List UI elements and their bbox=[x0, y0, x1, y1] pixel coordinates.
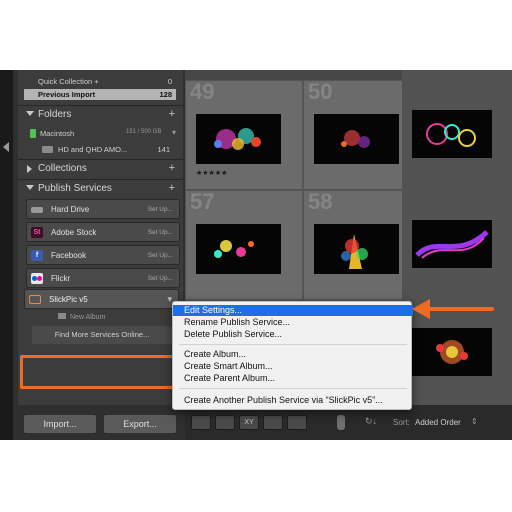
service-hard-drive[interactable]: Hard Drive Set Up... bbox=[26, 199, 180, 219]
photo-thumbnail[interactable] bbox=[196, 224, 281, 274]
adobe-stock-icon: St bbox=[31, 227, 43, 238]
service-slickpic[interactable]: SlickPic v5 ▾ bbox=[24, 289, 179, 309]
context-menu: Edit Settings... Rename Publish Service.… bbox=[172, 301, 413, 410]
menu-create-another-service[interactable]: Create Another Publish Service via “Slic… bbox=[173, 395, 413, 406]
publish-services-title: Publish Services bbox=[38, 183, 112, 194]
menu-edit-settings[interactable]: Edit Settings... bbox=[173, 305, 413, 316]
album-label: New Album bbox=[70, 314, 106, 321]
catalog-quick-collection[interactable]: Quick Collection + 0 bbox=[24, 76, 176, 87]
volume-macintosh[interactable]: Macintosh 151 / 500 GB ▾ bbox=[26, 128, 176, 141]
collapse-panel-icon[interactable] bbox=[3, 142, 9, 152]
menu-create-parent-album[interactable]: Create Parent Album... bbox=[173, 373, 413, 384]
photo-thumbnail[interactable] bbox=[314, 224, 399, 274]
screenshot-stage: Quick Collection + 0 Previous Import 128… bbox=[0, 0, 512, 512]
drive-status-icon bbox=[30, 129, 36, 138]
folders-title: Folders bbox=[38, 109, 72, 120]
setup-link[interactable]: Set Up... bbox=[148, 206, 173, 213]
annotation-arrow-icon bbox=[412, 299, 494, 319]
cell-number: 49 bbox=[190, 79, 215, 104]
cell-number: 58 bbox=[308, 189, 333, 214]
previous-import-label: Previous Import bbox=[38, 90, 96, 99]
expand-arrow-icon bbox=[26, 185, 34, 190]
compare-view-icon[interactable]: XY bbox=[239, 415, 259, 430]
photo-thumbnail[interactable] bbox=[412, 328, 492, 376]
slickpic-icon bbox=[29, 295, 41, 304]
folder-item[interactable]: HD and QHD AMO... 141 bbox=[26, 144, 176, 157]
collapse-arrow-icon bbox=[27, 165, 32, 173]
sort-direction-icon[interactable]: ↻↓ bbox=[365, 416, 377, 427]
album-icon bbox=[58, 313, 66, 319]
left-panel-edge[interactable] bbox=[0, 70, 13, 440]
loupe-view-icon[interactable] bbox=[215, 415, 235, 430]
grid-cell[interactable]: 57 bbox=[185, 189, 303, 300]
publish-services-header[interactable]: Publish Services + bbox=[18, 179, 183, 197]
menu-separator bbox=[179, 344, 407, 345]
quick-collection-label: Quick Collection + bbox=[38, 77, 99, 86]
service-adobe-stock[interactable]: St Adobe Stock Set Up... bbox=[26, 222, 180, 242]
add-collection-icon[interactable]: + bbox=[169, 162, 175, 174]
people-view-icon[interactable] bbox=[287, 415, 307, 430]
menu-rename-publish-service[interactable]: Rename Publish Service... bbox=[173, 317, 413, 328]
star-rating[interactable]: ★★★★★ bbox=[196, 169, 227, 177]
menu-separator bbox=[179, 388, 407, 389]
grid-view-icon[interactable] bbox=[191, 415, 211, 430]
facebook-icon: f bbox=[31, 250, 43, 261]
service-label: Hard Drive bbox=[51, 205, 90, 214]
volume-menu-icon[interactable]: ▾ bbox=[172, 128, 176, 137]
service-label: Flickr bbox=[51, 274, 71, 283]
collections-header[interactable]: Collections + bbox=[18, 159, 183, 177]
volume-size: 151 / 500 GB bbox=[126, 129, 162, 135]
highlight-frame bbox=[20, 355, 182, 389]
sort-dropdown-icon[interactable]: ⇕ bbox=[471, 417, 478, 426]
grid-right-column bbox=[402, 70, 512, 405]
photo-thumbnail[interactable] bbox=[412, 220, 492, 268]
grid-cell[interactable]: 49 ★★★★★ bbox=[185, 79, 303, 190]
find-more-services-button[interactable]: Find More Services Online... bbox=[32, 326, 172, 344]
setup-link[interactable]: Set Up... bbox=[148, 252, 173, 259]
catalog-previous-import[interactable]: Previous Import 128 bbox=[24, 89, 176, 100]
cell-number: 57 bbox=[190, 189, 215, 214]
volume-name: Macintosh bbox=[40, 129, 75, 138]
previous-import-count: 128 bbox=[159, 90, 172, 99]
folder-count: 141 bbox=[157, 145, 170, 154]
hard-drive-icon bbox=[31, 207, 43, 213]
photo-thumbnail[interactable] bbox=[412, 110, 492, 158]
service-label: Adobe Stock bbox=[51, 228, 97, 237]
add-publish-service-icon[interactable]: + bbox=[169, 182, 175, 194]
photo-thumbnail[interactable] bbox=[196, 114, 281, 164]
bottom-button-bar: Import... Export... bbox=[18, 405, 183, 440]
service-label: Facebook bbox=[51, 251, 87, 260]
menu-create-smart-album[interactable]: Create Smart Album... bbox=[173, 361, 413, 372]
folder-name: HD and QHD AMO... bbox=[58, 145, 128, 154]
menu-create-album[interactable]: Create Album... bbox=[173, 349, 413, 360]
service-facebook[interactable]: f Facebook Set Up... bbox=[26, 245, 180, 265]
quick-collection-count: 0 bbox=[167, 77, 172, 86]
import-button[interactable]: Import... bbox=[24, 415, 96, 433]
grid-toolbar: XY ↻↓ Sort: Added Order ⇕ bbox=[185, 405, 512, 440]
menu-delete-publish-service[interactable]: Delete Publish Service... bbox=[173, 329, 413, 340]
slickpic-album[interactable]: New Album bbox=[58, 313, 105, 321]
expand-arrow-icon bbox=[26, 111, 34, 116]
flickr-icon bbox=[31, 273, 43, 284]
cell-number: 50 bbox=[308, 79, 333, 104]
folders-header[interactable]: Folders + bbox=[18, 105, 183, 123]
setup-link[interactable]: Set Up... bbox=[148, 229, 173, 236]
export-button[interactable]: Export... bbox=[104, 415, 176, 433]
service-label: SlickPic v5 bbox=[49, 295, 88, 304]
service-flickr[interactable]: Flickr Set Up... bbox=[26, 268, 180, 288]
spray-can-icon[interactable] bbox=[337, 415, 345, 430]
sort-select[interactable]: Added Order bbox=[415, 418, 461, 427]
collections-title: Collections bbox=[38, 163, 87, 174]
survey-view-icon[interactable] bbox=[263, 415, 283, 430]
add-folder-icon[interactable]: + bbox=[169, 108, 175, 120]
photo-thumbnail[interactable] bbox=[314, 114, 399, 164]
sort-label: Sort: bbox=[393, 418, 410, 427]
setup-link[interactable]: Set Up... bbox=[148, 275, 173, 282]
folder-icon bbox=[42, 146, 53, 153]
